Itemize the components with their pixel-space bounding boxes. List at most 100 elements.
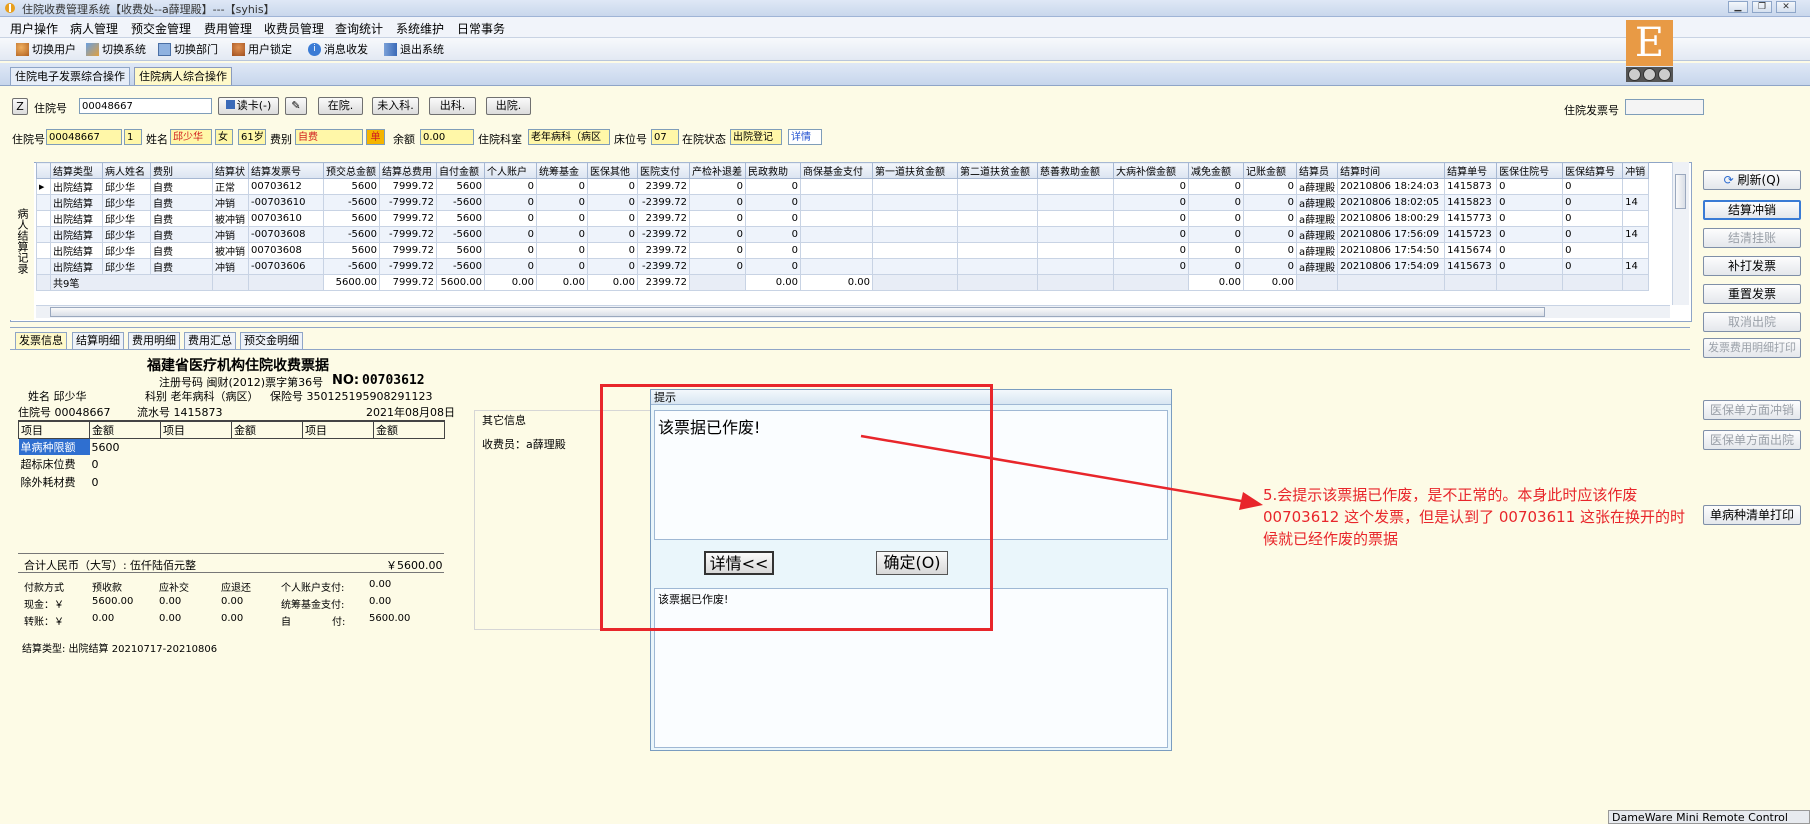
in-hospital-button[interactable]: 在院. <box>318 97 363 115</box>
col-header[interactable]: 个人账户 <box>484 162 537 179</box>
col-header[interactable]: 结算单号 <box>1444 162 1498 179</box>
col-header[interactable]: 结算总费用 <box>379 162 437 179</box>
grid-vertical-scrollbar[interactable] <box>1672 162 1689 305</box>
col-header[interactable]: 医保其他 <box>587 162 638 179</box>
menu-system-maint[interactable]: 系统维护 <box>396 20 444 37</box>
col-header[interactable]: 慈善救助金额 <box>1037 162 1114 179</box>
table-row[interactable]: 出院结算 邱少华 自费 冲销 -00703608 -5600 -7999.72 -5600 0 0… <box>36 226 1650 243</box>
col-header[interactable]: 统筹基金 <box>536 162 588 179</box>
discharge-button[interactable]: 出院. <box>486 97 531 115</box>
table-cell <box>1037 242 1114 259</box>
reprint-invoice-button[interactable]: 补打发票 <box>1703 256 1801 276</box>
minimize-button[interactable]: ▁ <box>1728 1 1748 13</box>
exit-system-button[interactable]: 退出系统 <box>384 41 444 57</box>
patient-admission-label: 住院号 <box>12 133 45 146</box>
col-header[interactable]: 商保基金支付 <box>800 162 873 179</box>
menu-fee-mgmt[interactable]: 费用管理 <box>204 20 252 37</box>
tab-patient-ops[interactable]: 住院病人综合操作 <box>134 67 232 85</box>
message-button[interactable]: i 消息收发 <box>308 41 368 57</box>
current-row-indicator-icon[interactable]: ▶ <box>36 178 51 195</box>
col-header[interactable]: 医保结算号 <box>1562 162 1624 179</box>
table-row[interactable]: 出院结算 邱少华 自费 冲销 -00703606 -5600 -7999.72 -5600 0 0… <box>36 258 1650 275</box>
col-header[interactable]: 减免金额 <box>1188 162 1244 179</box>
z-button[interactable]: Z <box>12 98 28 115</box>
col-header[interactable]: 记账金额 <box>1243 162 1297 179</box>
print-single-disease-button[interactable]: 单病种清单打印 <box>1703 505 1801 525</box>
col-header[interactable]: 冲销 <box>1622 162 1650 179</box>
col-header[interactable]: 病人姓名 <box>102 162 151 179</box>
menu-query-stats[interactable]: 查询统计 <box>335 20 383 37</box>
totals-hospital: 2399.72 <box>637 274 690 291</box>
switch-user-button[interactable]: 切换用户 <box>16 41 76 57</box>
table-row[interactable]: 出院结算 邱少华 自费 被冲销 00703610 5600 7999.72 5600 0 0 0 23… <box>36 210 1650 227</box>
table-row[interactable]: 出院结算 邱少华 自费 冲销 -00703610 -5600 -7999.72 -5600 0 0… <box>36 194 1650 211</box>
menu-patient-mgmt[interactable]: 病人管理 <box>70 20 118 37</box>
col-header[interactable]: 费别 <box>150 162 213 179</box>
reset-invoice-button[interactable]: 重置发票 <box>1703 284 1801 304</box>
subtab-prepay-detail[interactable]: 预交金明细 <box>240 332 303 349</box>
col-header[interactable]: 自付金额 <box>436 162 485 179</box>
refresh-button[interactable]: ⟳ 刷新(Q) <box>1703 170 1801 190</box>
not-admitted-button[interactable]: 未入科. <box>372 97 419 115</box>
menu-daily-affairs[interactable]: 日常事务 <box>457 20 505 37</box>
table-cell: 5600 <box>436 210 485 227</box>
switch-system-button[interactable]: 切换系统 <box>86 41 146 57</box>
read-card-button[interactable]: 读卡(-) <box>218 97 279 115</box>
refund-label: 应退还 <box>221 583 251 594</box>
patient-detail-link[interactable]: 详情 <box>788 129 822 145</box>
col-header[interactable]: 第一道扶贫金额 <box>872 162 958 179</box>
menu-prepay-mgmt[interactable]: 预交金管理 <box>131 20 191 37</box>
col-header[interactable]: 医保住院号 <box>1496 162 1564 179</box>
col-header[interactable]: 预交总金额 <box>323 162 380 179</box>
patient-balance: 0.00 <box>420 129 474 145</box>
col-header[interactable]: 第二道扶贫金额 <box>957 162 1038 179</box>
menu-user-ops[interactable]: 用户操作 <box>10 20 58 37</box>
col-header[interactable]: 民政救助 <box>745 162 801 179</box>
col-header[interactable]: 产检补退差 <box>689 162 746 179</box>
pen-button[interactable]: ✎ <box>285 97 307 115</box>
grid-horizontal-scrollbar[interactable] <box>36 305 1670 318</box>
table-cell <box>800 178 873 195</box>
col-header[interactable]: 结算员 <box>1295 162 1339 179</box>
row-indicator[interactable] <box>36 226 51 243</box>
table-cell: 0 <box>689 258 746 275</box>
subtab-settle-detail[interactable]: 结算明细 <box>72 332 124 349</box>
col-header[interactable]: 结算类型 <box>50 162 103 179</box>
maximize-button[interactable]: ❐ <box>1752 1 1772 13</box>
row-indicator[interactable] <box>36 210 51 227</box>
admission-input[interactable]: 00048667 <box>79 98 212 114</box>
print-fee-detail-button[interactable]: 发票费用明细打印 <box>1703 338 1801 358</box>
tab-e-invoice[interactable]: 住院电子发票综合操作 <box>10 67 130 85</box>
table-cell: 0 <box>1113 178 1189 195</box>
close-button[interactable]: ✕ <box>1776 1 1796 13</box>
col-header[interactable]: 结算状 <box>212 162 249 179</box>
settle-reverse-button[interactable]: 结算冲销 <box>1703 200 1801 220</box>
insurance-discharge-button[interactable]: 医保单方面出院 <box>1703 430 1801 450</box>
scroll-thumb[interactable] <box>50 307 1545 317</box>
transfer-out-button[interactable]: 出科. <box>429 97 476 115</box>
col-header[interactable]: 医院支付 <box>637 162 690 179</box>
menu-cashier-mgmt[interactable]: 收费员管理 <box>264 20 324 37</box>
table-row[interactable]: ▶ 出院结算 邱少华 自费 正常 00703612 5600 7999.72 5600 0 0 0 23… <box>36 178 1650 195</box>
lock-user-button[interactable]: 用户锁定 <box>232 41 292 57</box>
col-header[interactable]: 结算发票号 <box>248 162 324 179</box>
invoice-no-input[interactable] <box>1625 99 1704 115</box>
clear-pending-button[interactable]: 结清挂账 <box>1703 228 1801 248</box>
subtab-fee-summary[interactable]: 费用汇总 <box>184 332 236 349</box>
table-row[interactable]: 出院结算 邱少华 自费 被冲销 00703608 5600 7999.72 5600 0 0 0 23… <box>36 242 1650 259</box>
row-indicator[interactable] <box>36 194 51 211</box>
grid-corner <box>36 162 51 179</box>
row-indicator[interactable] <box>36 258 51 275</box>
cancel-discharge-button[interactable]: 取消出院 <box>1703 312 1801 332</box>
col-header[interactable]: 大病补偿金额 <box>1113 162 1189 179</box>
col-header[interactable]: 结算时间 <box>1337 162 1446 179</box>
subtab-fee-detail[interactable]: 费用明细 <box>128 332 180 349</box>
switch-dept-button[interactable]: 切换部门 <box>158 41 218 57</box>
scroll-thumb[interactable] <box>1675 174 1686 209</box>
row-indicator[interactable] <box>36 242 51 259</box>
insurance-reverse-button[interactable]: 医保单方面冲销 <box>1703 400 1801 420</box>
subtab-invoice-info[interactable]: 发票信息 <box>15 332 67 349</box>
refresh-icon: ⟳ <box>1723 173 1738 187</box>
detail-subtabs: 发票信息 结算明细 费用明细 费用汇总 预交金明细 <box>10 331 1690 350</box>
table-cell: 0 <box>1562 194 1624 211</box>
